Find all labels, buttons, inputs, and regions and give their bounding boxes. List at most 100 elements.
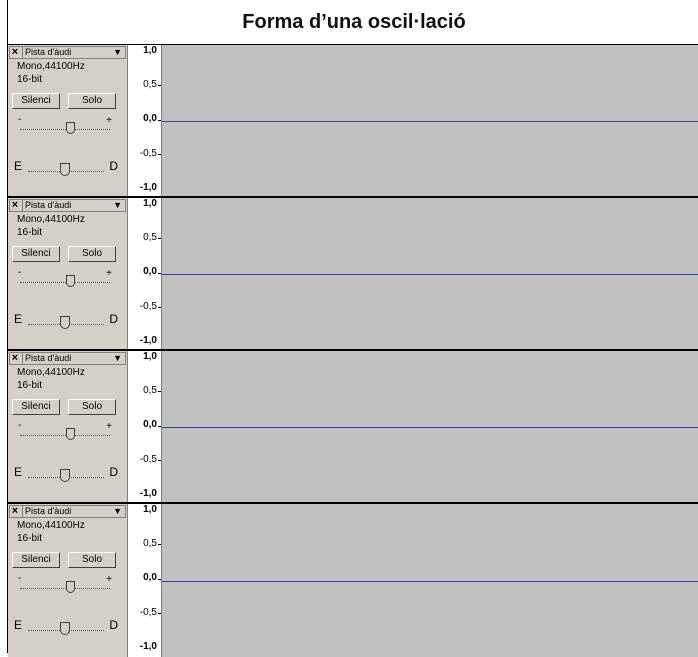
pan-slider-thumb[interactable] <box>60 622 70 635</box>
track-name-bar[interactable]: × Pista d'àudi ▼ <box>9 505 126 518</box>
audio-track: × Pista d'àudi ▼ Mono,44100Hz 16-bit Sil… <box>8 198 698 351</box>
waveform-area[interactable] <box>162 351 698 502</box>
gain-minus-label: - <box>18 573 22 584</box>
pan-slider[interactable]: E D <box>14 463 118 483</box>
dropdown-arrow-icon[interactable]: ▼ <box>113 353 122 364</box>
ruler-label-upper: 0,5 <box>143 79 157 90</box>
waveform-line <box>162 120 698 122</box>
mute-button[interactable]: Silenci <box>12 246 60 262</box>
ruler-tick <box>158 391 161 392</box>
gain-plus-label: + <box>106 268 112 279</box>
dropdown-arrow-icon[interactable]: ▼ <box>113 506 122 517</box>
track-bit-depth: 16-bit <box>17 227 43 238</box>
pan-slider-thumb[interactable] <box>60 469 70 482</box>
gain-plus-label: + <box>106 421 112 432</box>
page-title: Forma d’una oscil·lació <box>242 11 466 33</box>
ruler-tick <box>158 238 161 239</box>
pan-left-label: E <box>14 159 23 173</box>
track-name-bar[interactable]: × Pista d'àudi ▼ <box>9 352 126 365</box>
gain-slider-thumb[interactable] <box>66 581 75 593</box>
audio-track: × Pista d'àudi ▼ Mono,44100Hz 16-bit Sil… <box>8 504 698 657</box>
pan-slider[interactable]: E D <box>14 616 118 636</box>
ruler-label-upper: 0,5 <box>143 232 157 243</box>
solo-button[interactable]: Solo <box>68 552 116 568</box>
pan-slider[interactable]: E D <box>14 310 118 330</box>
solo-button[interactable]: Solo <box>68 93 116 109</box>
ruler-tick <box>158 426 161 427</box>
track-format: Mono,44100Hz <box>17 61 85 72</box>
ruler-label-top: 1,0 <box>143 198 157 209</box>
gain-plus-label: + <box>106 574 112 585</box>
waveform-line <box>162 273 698 275</box>
gain-slider[interactable]: - + <box>14 114 116 135</box>
dropdown-arrow-icon[interactable]: ▼ <box>113 47 122 58</box>
close-icon[interactable]: × <box>10 505 20 518</box>
close-icon[interactable]: × <box>10 199 20 212</box>
ruler-label-lower: -0,5 <box>139 607 157 618</box>
track-bit-depth: 16-bit <box>17 380 43 391</box>
gain-minus-label: - <box>18 420 22 431</box>
ruler-tick <box>158 273 161 274</box>
gain-plus-label: + <box>106 115 112 126</box>
pan-slider-thumb[interactable] <box>60 163 70 176</box>
track-name[interactable]: Pista d'àudi <box>22 506 71 517</box>
track-name[interactable]: Pista d'àudi <box>22 353 71 364</box>
mute-button[interactable]: Silenci <box>12 93 60 109</box>
ruler-tick <box>158 307 161 308</box>
waveform-area[interactable] <box>162 198 698 349</box>
track-name-bar[interactable]: × Pista d'àudi ▼ <box>9 199 126 212</box>
ruler-label-middle: 0,0 <box>143 113 157 124</box>
ruler-tick <box>158 579 161 580</box>
gain-slider[interactable]: - + <box>14 267 116 288</box>
audio-track: × Pista d'àudi ▼ Mono,44100Hz 16-bit Sil… <box>8 45 698 198</box>
track-list: × Pista d'àudi ▼ Mono,44100Hz 16-bit Sil… <box>8 44 698 657</box>
audio-track: × Pista d'àudi ▼ Mono,44100Hz 16-bit Sil… <box>8 351 698 504</box>
track-name[interactable]: Pista d'àudi <box>22 47 71 58</box>
ruler-label-bottom: -1,0 <box>139 335 157 346</box>
gain-minus-label: - <box>18 267 22 278</box>
ruler-label-lower: -0,5 <box>139 148 157 159</box>
track-bit-depth: 16-bit <box>17 533 43 544</box>
waveform-area[interactable] <box>162 504 698 657</box>
pan-slider-thumb[interactable] <box>60 316 70 329</box>
gain-slider[interactable]: - + <box>14 573 116 594</box>
mute-button[interactable]: Silenci <box>12 399 60 415</box>
ruler-tick <box>158 85 161 86</box>
close-icon[interactable]: × <box>10 46 20 59</box>
track-name[interactable]: Pista d'àudi <box>22 200 71 211</box>
waveform-area[interactable] <box>162 45 698 196</box>
mute-button[interactable]: Silenci <box>12 552 60 568</box>
ruler-tick <box>158 460 161 461</box>
ruler-label-top: 1,0 <box>143 45 157 56</box>
track-control-panel: × Pista d'àudi ▼ Mono,44100Hz 16-bit Sil… <box>8 198 128 349</box>
dropdown-arrow-icon[interactable]: ▼ <box>113 200 122 211</box>
amplitude-ruler: 1,0 0,5 0,0 -0,5 -1,0 <box>128 351 162 502</box>
track-control-panel: × Pista d'àudi ▼ Mono,44100Hz 16-bit Sil… <box>8 504 128 657</box>
ruler-label-top: 1,0 <box>143 351 157 362</box>
gain-slider[interactable]: - + <box>14 420 116 441</box>
gain-slider-thumb[interactable] <box>66 122 75 134</box>
track-bit-depth: 16-bit <box>17 74 43 85</box>
solo-button[interactable]: Solo <box>68 399 116 415</box>
solo-button[interactable]: Solo <box>68 246 116 262</box>
track-name-bar[interactable]: × Pista d'àudi ▼ <box>9 46 126 59</box>
track-control-panel: × Pista d'àudi ▼ Mono,44100Hz 16-bit Sil… <box>8 45 128 196</box>
pan-right-label: D <box>109 312 118 326</box>
ruler-tick <box>158 544 161 545</box>
ruler-label-lower: -0,5 <box>139 301 157 312</box>
ruler-tick <box>158 120 161 121</box>
ruler-label-top: 1,0 <box>143 504 157 515</box>
track-format: Mono,44100Hz <box>17 214 85 225</box>
gain-minus-label: - <box>18 114 22 125</box>
amplitude-ruler: 1,0 0,5 0,0 -0,5 -1,0 <box>128 45 162 196</box>
pan-slider[interactable]: E D <box>14 157 118 177</box>
pan-right-label: D <box>109 618 118 632</box>
gain-slider-thumb[interactable] <box>66 428 75 440</box>
gain-slider-track <box>20 129 110 130</box>
ruler-label-bottom: -1,0 <box>139 182 157 193</box>
ruler-label-middle: 0,0 <box>143 419 157 430</box>
gain-slider-thumb[interactable] <box>66 275 75 287</box>
close-icon[interactable]: × <box>10 352 20 365</box>
pan-left-label: E <box>14 618 23 632</box>
track-format: Mono,44100Hz <box>17 367 85 378</box>
